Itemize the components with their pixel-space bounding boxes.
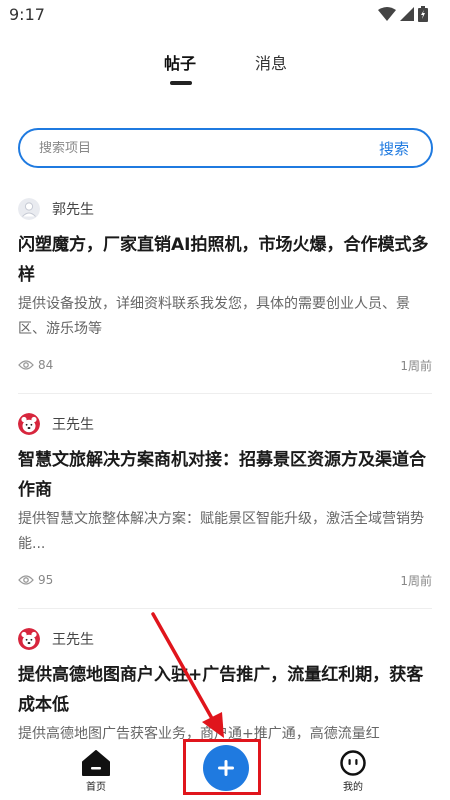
face-icon [340,750,366,776]
post-time: 1周前 [400,573,432,588]
post-author[interactable]: 郭先生 [18,198,94,220]
post-author[interactable]: 王先生 [18,413,94,435]
author-name: 王先生 [52,417,94,433]
search-bar: 搜索 [18,128,433,168]
author-name: 郭先生 [52,202,94,218]
post-description: 提供设备投放，详细资料联系我发您，具体的需要创业人员、景区、游乐场等 [18,296,410,337]
bear-avatar-icon[interactable] [18,628,40,650]
eye-icon [18,575,34,585]
post-description: 提供高德地图广告获客业务，商户通+推广通，高德流量红 [18,726,380,742]
post-meta: 84 1周前 [18,356,432,374]
plus-icon [218,760,234,776]
post-card[interactable]: 郭先生 闪塑魔方，厂家直销AI拍照机，市场火爆，合作模式多样 提供设备投放，详细… [18,198,432,394]
post-title[interactable]: 提供高德地图商户入驻+广告推广，流量红利期，获客成本低 [18,660,432,720]
home-icon [82,750,110,776]
tab-messages[interactable]: 消息 [255,50,287,74]
view-count-value: 84 [38,358,54,372]
nav-home[interactable]: 首页 [81,750,111,793]
default-user-icon[interactable] [18,198,40,220]
search-button[interactable]: 搜索 [379,138,431,159]
search-input[interactable] [20,140,379,156]
eye-icon [18,360,34,370]
author-name: 王先生 [52,632,94,648]
view-count: 95 [18,573,53,587]
active-tab-indicator [170,81,192,85]
status-time: 9:17 [9,5,45,24]
view-count: 84 [18,358,53,372]
tab-bar: 帖子 消息 [0,50,450,90]
post-author[interactable]: 王先生 [18,628,94,650]
post-title[interactable]: 闪塑魔方，厂家直销AI拍照机，市场火爆，合作模式多样 [18,230,432,290]
signal-icon [400,7,414,21]
post-card[interactable]: 王先生 提供高德地图商户入驻+广告推广，流量红利期，获客成本低 提供高德地图广告… [18,628,432,742]
tab-posts[interactable]: 帖子 [164,50,196,74]
post-time: 1周前 [400,358,432,373]
view-count-value: 95 [38,573,54,587]
wifi-icon [378,7,396,21]
bear-avatar-icon[interactable] [18,413,40,435]
bottom-nav: 首页 我的 [0,742,450,800]
post-description: 提供智慧文旅整体解决方案：赋能景区智能升级，激活全域营销势能... [18,511,424,552]
divider [18,393,432,394]
status-icons [378,6,428,22]
nav-mine[interactable]: 我的 [338,750,368,793]
battery-icon [418,6,428,22]
nav-mine-label: 我的 [343,782,363,793]
post-card[interactable]: 王先生 智慧文旅解决方案商机对接：招募景区资源方及渠道合作商 提供智慧文旅整体解… [18,413,432,609]
divider [18,608,432,609]
post-title[interactable]: 智慧文旅解决方案商机对接：招募景区资源方及渠道合作商 [18,445,432,505]
status-bar: 9:17 [0,0,450,30]
nav-home-label: 首页 [86,782,106,793]
add-post-button[interactable] [203,745,249,791]
post-meta: 95 1周前 [18,571,432,589]
